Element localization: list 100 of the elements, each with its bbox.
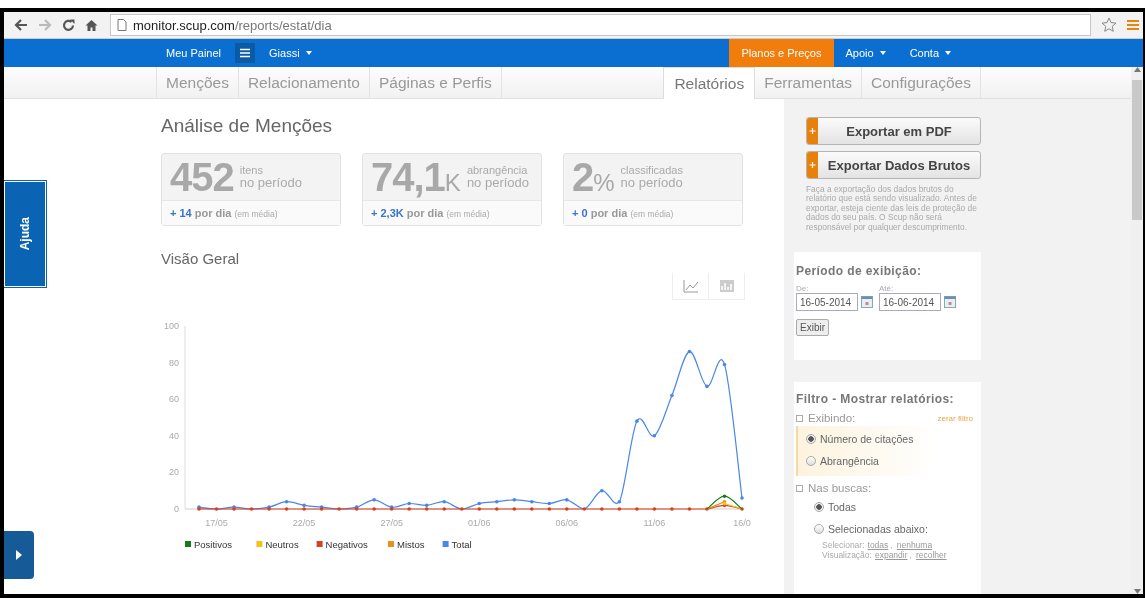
nav-link[interactable]: Planos e Preços bbox=[729, 39, 834, 67]
link-label: Selecionar: bbox=[822, 540, 865, 551]
stat-value: 452 bbox=[170, 154, 234, 200]
data-point bbox=[582, 507, 587, 511]
data-point bbox=[652, 434, 657, 438]
field-label: De: bbox=[796, 284, 810, 294]
side-tab[interactable] bbox=[4, 531, 34, 579]
text-link[interactable]: expandir bbox=[874, 550, 908, 561]
axis-label: 16/0 bbox=[733, 518, 751, 528]
scrollbar[interactable] bbox=[1131, 67, 1143, 594]
menu-icon[interactable] bbox=[235, 43, 256, 63]
axis-label: 40 bbox=[169, 430, 179, 441]
axis-label: 11/06 bbox=[643, 518, 666, 528]
axis-label: 80 bbox=[169, 357, 179, 368]
home-icon[interactable] bbox=[85, 18, 98, 32]
data-point bbox=[687, 349, 692, 354]
data-point bbox=[705, 384, 709, 389]
export-button[interactable]: Exportar em PDF bbox=[806, 117, 981, 145]
url-text: monitor.scup.com/reports/estat/dia bbox=[133, 17, 332, 33]
data-point bbox=[617, 507, 622, 511]
data-point bbox=[705, 507, 709, 511]
dropdown-menu[interactable]: Conta bbox=[897, 39, 963, 67]
tab[interactable]: Relatórios bbox=[663, 67, 756, 99]
axis-label: 60 bbox=[169, 394, 179, 405]
data-point bbox=[372, 507, 376, 511]
data-point bbox=[740, 507, 744, 511]
radio-button[interactable] bbox=[806, 434, 816, 445]
data-point bbox=[722, 362, 727, 367]
tab[interactable]: Menções bbox=[156, 67, 239, 98]
legend-label: Negativos bbox=[325, 538, 368, 550]
axis-label: 22/05 bbox=[292, 518, 316, 528]
stat-value: 2% bbox=[572, 154, 615, 200]
tab[interactable]: Relacionamento bbox=[238, 67, 370, 98]
group-label: Nas buscas: bbox=[808, 482, 873, 495]
date-field[interactable]: 16-06-2014 bbox=[879, 293, 941, 312]
scroll-down-icon[interactable] bbox=[1133, 589, 1141, 594]
radio-option[interactable]: Abrangência bbox=[806, 450, 936, 473]
page-title: Análise de Menções bbox=[161, 115, 334, 137]
dropdown-menu[interactable]: Giassi bbox=[265, 39, 316, 67]
stat-label: no período bbox=[620, 176, 683, 189]
radio-button[interactable] bbox=[814, 502, 824, 513]
stat-label: no período bbox=[239, 176, 302, 189]
data-point bbox=[337, 507, 341, 511]
axis-label: 17/05 bbox=[205, 518, 228, 528]
square-icon[interactable] bbox=[796, 484, 803, 492]
tab[interactable]: Páginas e Perfis bbox=[369, 67, 502, 98]
legend-label: Neutros bbox=[265, 538, 299, 550]
radio-button[interactable] bbox=[814, 524, 824, 535]
radio-option[interactable]: Todas bbox=[814, 496, 974, 519]
data-point bbox=[284, 499, 289, 504]
stat-rate: + 2,3K por dia (em média) bbox=[371, 207, 490, 219]
calendar-icon[interactable] bbox=[944, 296, 956, 309]
data-point bbox=[687, 507, 692, 511]
tab[interactable]: Configurações bbox=[862, 67, 981, 98]
scroll-thumb[interactable] bbox=[1132, 80, 1142, 220]
tab[interactable]: Ferramentas bbox=[755, 67, 863, 98]
date-field[interactable]: 16-05-2014 bbox=[796, 293, 858, 312]
back-icon[interactable] bbox=[14, 19, 28, 31]
stat-rate: + 0 por dia (em média) bbox=[572, 207, 674, 219]
radio-option[interactable]: Número de citações bbox=[806, 428, 936, 451]
text-link[interactable]: recolher bbox=[915, 550, 947, 561]
dropdown-menu[interactable]: Apoio bbox=[833, 39, 898, 67]
axis-label: 27/05 bbox=[380, 518, 403, 528]
data-point bbox=[652, 507, 657, 511]
data-point bbox=[442, 499, 447, 504]
radio-button[interactable] bbox=[806, 456, 816, 467]
text-link[interactable]: nenhuma bbox=[896, 540, 933, 551]
star-icon[interactable] bbox=[1101, 17, 1117, 33]
data-point bbox=[494, 507, 499, 511]
link-label: Visualização: bbox=[822, 550, 872, 561]
radio-option[interactable]: Selecionadas abaixo: bbox=[814, 518, 974, 541]
data-point bbox=[214, 507, 219, 511]
square-icon[interactable] bbox=[796, 414, 803, 422]
data-point bbox=[530, 499, 534, 504]
data-point bbox=[512, 498, 517, 502]
plus-icon bbox=[807, 152, 818, 178]
card-title: Filtro - Mostrar relatórios: bbox=[796, 392, 955, 407]
help-tab[interactable]: Ajuda bbox=[4, 181, 46, 287]
stat-label: classificadas bbox=[620, 165, 683, 176]
play-icon bbox=[16, 550, 22, 560]
forward-icon[interactable] bbox=[38, 19, 52, 31]
axis-label: 0 bbox=[174, 504, 179, 514]
data-point bbox=[530, 507, 534, 511]
data-point bbox=[565, 507, 569, 511]
nav-link[interactable]: Meu Painel bbox=[162, 39, 226, 67]
reload-icon[interactable] bbox=[62, 18, 75, 32]
axis-label: 01/06 bbox=[468, 518, 491, 528]
legend-label: Mistos bbox=[397, 538, 425, 550]
address-bar[interactable]: monitor.scup.com/reports/estat/dia bbox=[110, 14, 1091, 36]
calendar-icon[interactable] bbox=[861, 296, 873, 309]
data-point bbox=[372, 498, 376, 502]
stat-label: itens bbox=[239, 165, 264, 176]
bar-chart-icon bbox=[718, 279, 735, 293]
text-link[interactable]: todas bbox=[867, 540, 889, 551]
export-button[interactable]: Exportar Dados Brutos bbox=[806, 151, 981, 179]
submit-button[interactable]: Exibir bbox=[796, 319, 829, 337]
data-point bbox=[249, 507, 254, 511]
separator-text: , bbox=[909, 550, 912, 561]
stat-label: no período bbox=[466, 176, 530, 189]
field-label: Até: bbox=[879, 284, 895, 294]
